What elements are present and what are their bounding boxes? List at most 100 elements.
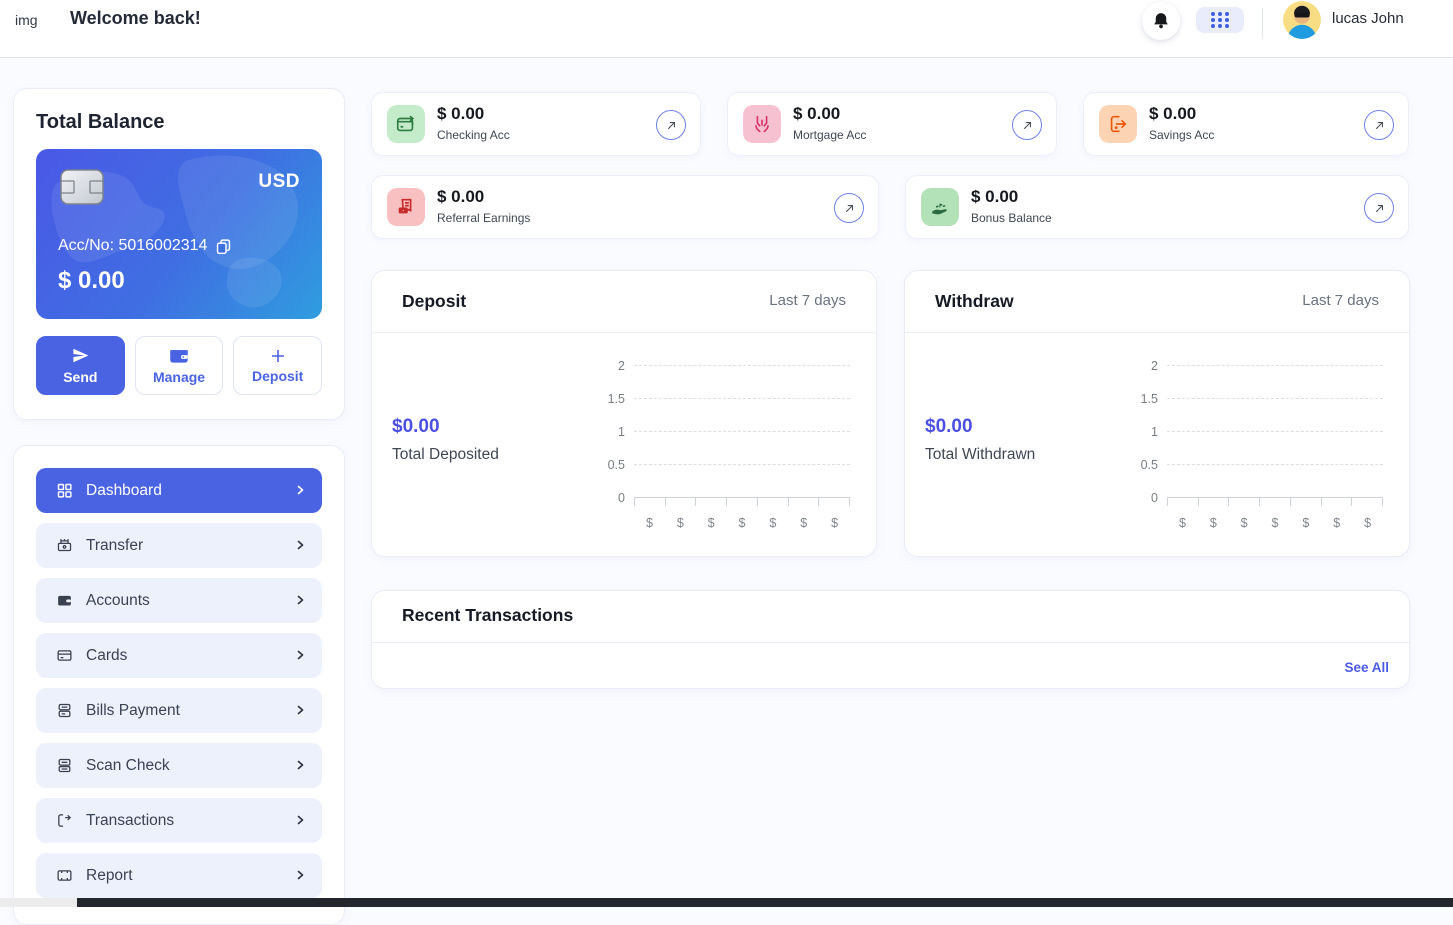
panel-header: Deposit Last 7 days: [372, 271, 876, 333]
chevron-right-icon: [294, 703, 306, 717]
logo-placeholder: img: [15, 12, 38, 28]
sidebar-item-transactions[interactable]: Transactions: [36, 798, 322, 843]
plus-icon: [270, 348, 286, 364]
report-icon: [55, 867, 73, 885]
user-name: lucas John: [1332, 10, 1404, 27]
arrow-up-right-icon: [1375, 121, 1383, 129]
chevron-right-icon: [294, 648, 306, 662]
horizontal-scrollbar: [0, 898, 1453, 907]
y-tick: 0: [618, 490, 625, 505]
total-withdrawn-amount: $0.00: [925, 416, 973, 437]
panel-title: Withdraw: [935, 291, 1014, 311]
manage-button[interactable]: Manage: [134, 336, 224, 395]
sidebar-item-bills-payment[interactable]: Bills Payment: [36, 688, 322, 733]
total-balance-card: Total Balance USD Acc/No: 5016002314 $ 0…: [13, 88, 345, 420]
sidebar-item-accounts[interactable]: Accounts: [36, 578, 322, 623]
x-axis: [1167, 497, 1384, 506]
open-account-button[interactable]: [834, 193, 864, 223]
x-axis-labels: $ $ $ $ $ $ $: [645, 516, 839, 530]
bank-card: USD Acc/No: 5016002314 $ 0.00: [36, 149, 322, 319]
gridline: [1167, 365, 1383, 366]
header-divider: [1262, 8, 1263, 38]
arrow-up-right-icon: [1375, 204, 1383, 212]
gridline: [634, 464, 850, 465]
apps-grid-button[interactable]: [1196, 7, 1244, 33]
account-label: Mortgage Acc: [793, 128, 867, 142]
currency-label: USD: [258, 171, 300, 192]
sidebar-item-cards[interactable]: Cards: [36, 633, 322, 678]
checking-account-card: $ 0.00 Checking Acc: [371, 92, 701, 156]
chevron-right-icon: [294, 868, 306, 882]
open-account-button[interactable]: [1364, 110, 1394, 140]
mortgage-account-card: $ 0.00 Mortgage Acc: [727, 92, 1057, 156]
bell-icon: [1151, 11, 1171, 31]
account-amount: $ 0.00: [1149, 104, 1197, 123]
scan-check-icon: [55, 757, 73, 775]
recent-transactions-title: Recent Transactions: [402, 605, 574, 625]
grid-dots-icon: [1208, 11, 1232, 29]
card-balance-amount: $ 0.00: [58, 267, 125, 294]
gridline: [1167, 431, 1383, 432]
see-all-link[interactable]: See All: [1344, 660, 1389, 675]
deposit-totals: $0.00 Total Deposited: [392, 416, 499, 464]
chevron-right-icon: [294, 758, 306, 772]
transfer-icon: [55, 537, 73, 555]
deposit-button[interactable]: Deposit: [233, 336, 323, 395]
user-avatar[interactable]: [1283, 1, 1321, 39]
y-tick: 1: [618, 424, 625, 439]
credit-card-icon: [55, 647, 73, 665]
y-tick: 1.5: [607, 391, 625, 406]
gridline: [634, 365, 850, 366]
sidebar-item-dashboard[interactable]: Dashboard: [36, 468, 322, 513]
account-label: Checking Acc: [437, 128, 510, 142]
chevron-right-icon: [294, 483, 306, 497]
send-plane-icon: [71, 346, 90, 365]
card-chip-icon: [60, 169, 104, 205]
horizontal-scrollbar-thumb[interactable]: [77, 898, 1453, 907]
withdraw-panel: Withdraw Last 7 days $0.00 Total Withdra…: [904, 270, 1410, 557]
send-button[interactable]: Send: [36, 336, 125, 395]
copy-icon[interactable]: [215, 238, 232, 255]
account-label: Bonus Balance: [971, 211, 1052, 225]
wallet-icon: [169, 347, 189, 365]
panel-period: Last 7 days: [1302, 292, 1379, 309]
account-label: Referral Earnings: [437, 211, 531, 225]
panel-header: Withdraw Last 7 days: [905, 271, 1409, 333]
y-tick: 0.5: [1140, 457, 1158, 472]
chevron-right-icon: [294, 593, 306, 607]
wallet-icon: [55, 592, 73, 610]
wallet-plus-icon: [387, 105, 425, 143]
arrow-up-right-icon: [845, 204, 853, 212]
notifications-button[interactable]: [1142, 2, 1180, 40]
account-number: Acc/No: 5016002314: [58, 237, 232, 255]
account-label: Savings Acc: [1149, 128, 1215, 142]
deposit-panel: Deposit Last 7 days $0.00 Total Deposite…: [371, 270, 877, 557]
open-account-button[interactable]: [1364, 193, 1394, 223]
sidebar-item-transfer[interactable]: Transfer: [36, 523, 322, 568]
y-tick: 0: [1151, 490, 1158, 505]
account-amount: $ 0.00: [437, 187, 485, 206]
sidebar-item-scan-check[interactable]: Scan Check: [36, 743, 322, 788]
account-amount: $ 0.00: [971, 187, 1019, 206]
hands-holding-icon: [743, 105, 781, 143]
balance-title: Total Balance: [36, 111, 165, 133]
total-deposited-label: Total Deposited: [392, 446, 499, 463]
open-account-button[interactable]: [656, 110, 686, 140]
gridline: [1167, 464, 1383, 465]
recent-transactions-panel: Recent Transactions See All: [371, 590, 1410, 689]
y-tick: 2: [1151, 358, 1158, 373]
gridline: [634, 398, 850, 399]
sidebar-menu: Dashboard Transfer Accounts Cards Bills …: [13, 445, 345, 925]
panel-title: Deposit: [402, 291, 467, 311]
y-tick: 2: [618, 358, 625, 373]
logout-arrow-icon: [1099, 105, 1137, 143]
page-title: Welcome back!: [70, 8, 201, 28]
account-amount: $ 0.00: [793, 104, 841, 123]
y-tick: 1.5: [1140, 391, 1158, 406]
arrow-up-right-icon: [1023, 121, 1031, 129]
deposit-chart: 2 1.5 1 0.5 0 $ $ $ $ $ $ $: [595, 349, 851, 530]
open-account-button[interactable]: [1012, 110, 1042, 140]
panel-period: Last 7 days: [769, 292, 846, 309]
savings-account-card: $ 0.00 Savings Acc: [1083, 92, 1409, 156]
sidebar-item-report[interactable]: Report: [36, 853, 322, 898]
